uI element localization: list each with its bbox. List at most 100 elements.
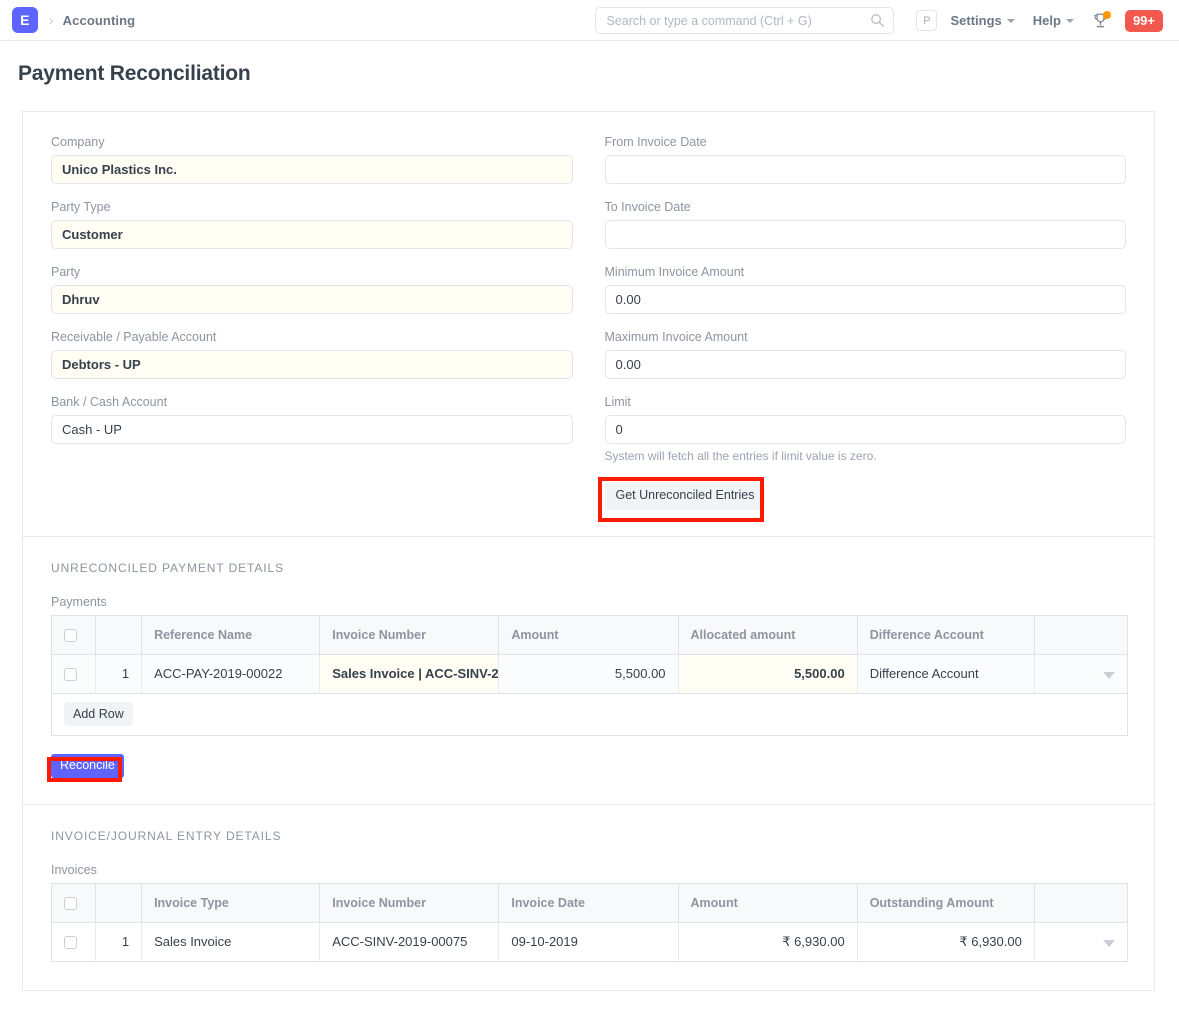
payments-difference-account-header: Difference Account <box>857 615 1035 655</box>
filters-left-column: Company Unico Plastics Inc. Party Type C… <box>51 135 573 510</box>
invoices-row-expand-cell[interactable] <box>1034 922 1128 961</box>
invoices-row-amount[interactable]: ₹ 6,930.00 <box>678 922 858 961</box>
breadcrumb-accounting-link[interactable]: Accounting <box>63 13 136 28</box>
settings-menu[interactable]: Settings <box>950 13 1015 28</box>
field-receivable-payable-account-label: Receivable / Payable Account <box>51 330 217 344</box>
field-to-invoice-date-label: To Invoice Date <box>604 200 691 214</box>
payments-select-all-header[interactable] <box>51 615 97 655</box>
breadcrumb-chevron-icon: › <box>49 12 54 28</box>
avatar[interactable]: P <box>916 10 938 31</box>
field-bank-cash-account-label: Bank / Cash Account <box>51 395 168 409</box>
field-limit-label: Limit <box>604 395 631 409</box>
payments-row-invoice-number[interactable]: Sales Invoice | ACC-SINV-2019-00075 <box>319 654 500 694</box>
add-row-button[interactable]: Add Row <box>64 701 133 726</box>
invoices-table: Invoice Type Invoice Number Invoice Date… <box>51 882 1128 962</box>
checkbox-icon[interactable] <box>64 936 77 950</box>
invoices-invoice-date-header: Invoice Date <box>498 883 679 923</box>
reconcile-area: Reconcile <box>23 736 1154 778</box>
payments-row-allocated-amount[interactable]: 5,500.00 <box>678 654 858 694</box>
checkbox-icon[interactable] <box>64 896 77 910</box>
field-company: Company Unico Plastics Inc. <box>51 135 573 184</box>
payments-row-expand-cell[interactable] <box>1034 654 1128 694</box>
payments-allocated-amount-header: Allocated amount <box>678 615 858 655</box>
navbar-left: E › Accounting <box>0 7 135 33</box>
field-party: Party Dhruv <box>51 265 573 314</box>
invoices-select-all-header[interactable] <box>51 883 97 923</box>
field-maximum-invoice-amount-label: Maximum Invoice Amount <box>604 330 748 344</box>
payments-header-row: Reference Name Invoice Number Amount All… <box>51 615 1128 655</box>
limit-help-text: System will fetch all the entries if lim… <box>604 449 877 463</box>
table-row[interactable]: 1 ACC-PAY-2019-00022 Sales Invoice | ACC… <box>51 654 1128 694</box>
company-input[interactable]: Unico Plastics Inc. <box>51 155 573 184</box>
maximum-invoice-amount-input[interactable]: 0.00 <box>604 350 1126 379</box>
payments-row-difference-account[interactable]: Difference Account <box>857 654 1035 694</box>
to-invoice-date-input[interactable] <box>604 220 1126 249</box>
search-icon[interactable] <box>870 13 885 33</box>
main-card: Company Unico Plastics Inc. Party Type C… <box>22 111 1155 991</box>
bank-cash-account-input[interactable]: Cash - UP <box>51 415 573 444</box>
invoices-row-index: 1 <box>95 922 143 961</box>
invoices-section-heading: INVOICE/JOURNAL ENTRY DETAILS <box>51 828 282 843</box>
invoices-amount-header: Amount <box>678 883 858 923</box>
chevron-down-icon[interactable] <box>1103 672 1115 680</box>
payments-row-amount[interactable]: 5,500.00 <box>498 654 679 694</box>
payments-invoice-number-header: Invoice Number <box>319 615 500 655</box>
filters-right-column: From Invoice Date To Invoice Date Minimu… <box>604 135 1126 510</box>
payments-actions-header <box>1034 615 1128 655</box>
invoices-invoice-type-header: Invoice Type <box>141 883 321 923</box>
party-type-input[interactable]: Customer <box>51 220 573 249</box>
invoices-row-invoice-number[interactable]: ACC-SINV-2019-00075 <box>319 922 500 961</box>
payments-index-header <box>95 615 143 655</box>
trophy-notification-dot <box>1102 10 1111 19</box>
trophy-button[interactable] <box>1092 10 1111 30</box>
payments-row-checkbox-cell[interactable] <box>51 654 97 694</box>
help-label: Help <box>1032 13 1061 28</box>
field-minimum-invoice-amount: Minimum Invoice Amount 0.00 <box>604 265 1126 314</box>
invoices-row-invoice-type[interactable]: Sales Invoice <box>141 922 321 961</box>
chevron-down-icon <box>1065 18 1074 23</box>
annotation-get-unreconciled-entries <box>598 477 764 522</box>
navbar-right: P Settings Help 99+ <box>595 0 1179 41</box>
search-box[interactable] <box>595 7 895 34</box>
invoices-outstanding-amount-header: Outstanding Amount <box>857 883 1035 923</box>
limit-input[interactable]: 0 <box>604 415 1126 444</box>
app-logo[interactable]: E <box>12 7 38 33</box>
filters-form: Company Unico Plastics Inc. Party Type C… <box>23 112 1154 536</box>
payments-amount-header: Amount <box>498 615 679 655</box>
notification-badge[interactable]: 99+ <box>1124 9 1163 32</box>
field-party-type: Party Type Customer <box>51 200 573 249</box>
invoices-row-outstanding-amount[interactable]: ₹ 6,930.00 <box>857 922 1035 961</box>
field-receivable-payable-account: Receivable / Payable Account Debtors - U… <box>51 330 573 379</box>
field-maximum-invoice-amount: Maximum Invoice Amount 0.00 <box>604 330 1126 379</box>
field-from-invoice-date: From Invoice Date <box>604 135 1126 184</box>
invoices-row-checkbox-cell[interactable] <box>51 922 97 961</box>
field-to-invoice-date: To Invoice Date <box>604 200 1126 249</box>
payment-reconciliation-page: E › Accounting P Settings Help <box>0 0 1179 1012</box>
field-company-label: Company <box>51 135 105 149</box>
party-input[interactable]: Dhruv <box>51 285 573 314</box>
from-invoice-date-input[interactable] <box>604 155 1126 184</box>
invoices-header-row: Invoice Type Invoice Number Invoice Date… <box>51 883 1128 923</box>
payments-row-index: 1 <box>95 654 143 694</box>
invoices-invoice-number-header: Invoice Number <box>319 883 500 923</box>
table-row[interactable]: 1 Sales Invoice ACC-SINV-2019-00075 09-1… <box>51 922 1128 961</box>
invoices-row-invoice-date[interactable]: 09-10-2019 <box>498 922 679 961</box>
receivable-payable-account-input[interactable]: Debtors - UP <box>51 350 573 379</box>
payments-section-heading: UNRECONCILED PAYMENT DETAILS <box>51 560 285 575</box>
invoices-actions-header <box>1034 883 1128 923</box>
search-input[interactable] <box>596 8 894 33</box>
help-menu[interactable]: Help <box>1033 13 1074 28</box>
chevron-down-icon[interactable] <box>1103 940 1115 947</box>
invoices-grid-label: Invoices <box>51 862 97 877</box>
top-navbar: E › Accounting P Settings Help <box>0 0 1179 41</box>
minimum-invoice-amount-input[interactable]: 0.00 <box>604 285 1126 314</box>
field-party-label: Party <box>51 265 81 279</box>
payments-row-reference-name[interactable]: ACC-PAY-2019-00022 <box>141 654 321 694</box>
annotation-reconcile <box>47 757 122 782</box>
field-minimum-invoice-amount-label: Minimum Invoice Amount <box>604 265 745 279</box>
field-from-invoice-date-label: From Invoice Date <box>604 135 707 149</box>
field-bank-cash-account: Bank / Cash Account Cash - UP <box>51 395 573 444</box>
checkbox-icon[interactable] <box>64 668 77 682</box>
checkbox-icon[interactable] <box>64 628 77 642</box>
